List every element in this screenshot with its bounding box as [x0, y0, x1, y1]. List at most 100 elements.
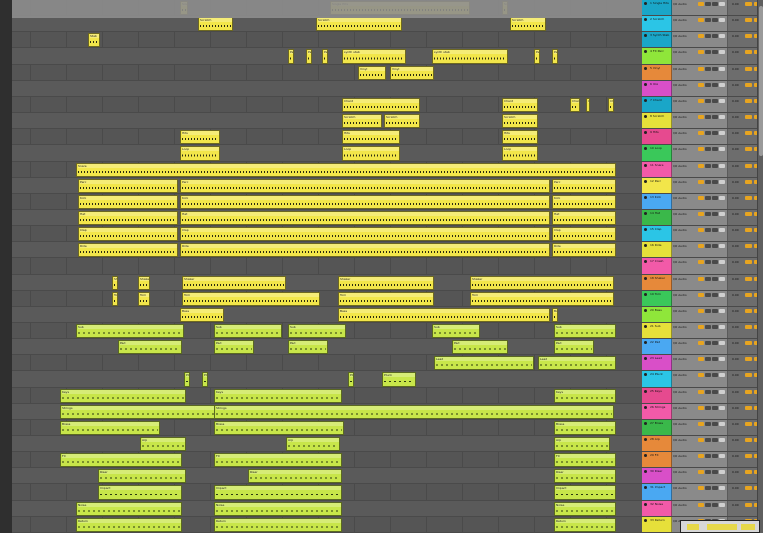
monitor-button[interactable] [719, 357, 725, 361]
track-header[interactable]: 24 Pluck I/O Audio 0.00 [642, 371, 763, 388]
arm-button[interactable] [712, 228, 718, 232]
monitor-button[interactable] [719, 438, 725, 442]
volume-value[interactable]: 0.00 [732, 2, 739, 6]
audio-clip[interactable]: Chant [586, 98, 590, 112]
volume-value[interactable]: 0.00 [732, 422, 739, 426]
audio-clip[interactable]: Loop [180, 146, 220, 161]
io-label[interactable]: I/O Audio [673, 373, 687, 377]
arrangement-overview[interactable] [680, 520, 760, 533]
fold-icon[interactable] [644, 18, 647, 21]
solo-button[interactable] [705, 373, 711, 377]
track-name[interactable]: 2 Scratch [650, 17, 664, 21]
fold-icon[interactable] [644, 147, 647, 150]
volume-value[interactable]: 0.00 [732, 373, 739, 377]
arm-button[interactable] [712, 99, 718, 103]
fold-icon[interactable] [644, 228, 647, 231]
send-a-knob[interactable] [745, 325, 752, 329]
track-lane[interactable] [12, 371, 642, 388]
track-header[interactable]: 8 Scratch I/O Audio 0.00 [642, 113, 763, 129]
track-lane[interactable] [12, 145, 642, 162]
activator-button[interactable] [698, 196, 704, 200]
track-header[interactable]: 2 Scratch I/O Audio 0.00 [642, 16, 763, 32]
arm-button[interactable] [712, 180, 718, 184]
send-a-knob[interactable] [745, 164, 752, 168]
track-lane[interactable] [12, 97, 642, 113]
activator-button[interactable] [698, 454, 704, 458]
track-lane[interactable] [12, 129, 642, 145]
track-header[interactable]: 4 FX Perc I/O Audio 0.00 [642, 48, 763, 65]
midi-clip[interactable]: Arp [554, 437, 610, 451]
midi-clip[interactable]: Brass [214, 421, 344, 435]
io-label[interactable]: I/O Audio [673, 34, 687, 38]
send-a-knob[interactable] [745, 212, 752, 216]
solo-button[interactable] [705, 503, 711, 507]
io-label[interactable]: I/O Audio [673, 99, 687, 103]
track-header[interactable]: 14 Hat I/O Audio 0.00 [642, 210, 763, 226]
audio-clip[interactable]: Scratch [384, 114, 420, 128]
arm-button[interactable] [712, 131, 718, 135]
volume-value[interactable]: 0.00 [732, 99, 739, 103]
monitor-button[interactable] [719, 470, 725, 474]
solo-button[interactable] [705, 83, 711, 87]
solo-button[interactable] [705, 486, 711, 490]
io-label[interactable]: I/O Audio [673, 83, 687, 87]
fold-icon[interactable] [644, 115, 647, 118]
midi-clip[interactable]: Arp [286, 437, 340, 451]
audio-clip[interactable]: Hat [78, 211, 178, 225]
audio-clip[interactable]: Tom [182, 292, 320, 306]
midi-clip[interactable]: Impact [98, 485, 182, 500]
track-name[interactable]: 23 Lead [650, 356, 662, 360]
track-header[interactable]: 5 Vinyl I/O Audio 0.00 [642, 65, 763, 81]
io-label[interactable]: I/O Audio [673, 196, 687, 200]
track-lane[interactable] [12, 65, 642, 81]
audio-clip[interactable]: Perc [180, 179, 550, 193]
track-lane[interactable] [12, 113, 642, 129]
solo-button[interactable] [705, 454, 711, 458]
arm-button[interactable] [712, 164, 718, 168]
monitor-button[interactable] [719, 390, 725, 394]
io-label[interactable]: I/O Audio [673, 406, 687, 410]
io-label[interactable]: I/O Audio [673, 164, 687, 168]
io-label[interactable]: I/O Audio [673, 50, 687, 54]
midi-clip[interactable]: Noise [214, 502, 342, 516]
send-a-knob[interactable] [745, 131, 752, 135]
track-name[interactable]: 3 Synth Stab [650, 33, 669, 37]
monitor-button[interactable] [719, 180, 725, 184]
solo-button[interactable] [705, 147, 711, 151]
fold-icon[interactable] [644, 341, 647, 344]
audio-clip[interactable]: Loop [342, 146, 400, 161]
monitor-button[interactable] [719, 196, 725, 200]
volume-value[interactable]: 0.00 [732, 147, 739, 151]
volume-value[interactable]: 0.00 [732, 180, 739, 184]
midi-clip[interactable]: Pluck [382, 372, 416, 387]
audio-clip[interactable]: Hat [552, 211, 616, 225]
track-name[interactable]: 16 Ride [650, 243, 661, 247]
solo-button[interactable] [705, 2, 711, 6]
audio-clip[interactable]: Snare [76, 163, 616, 177]
send-a-knob[interactable] [745, 293, 752, 297]
audio-clip[interactable]: Bass [180, 308, 224, 322]
track-name[interactable]: 18 Shaker [650, 276, 665, 280]
audio-clip[interactable]: Vinyl [358, 66, 386, 80]
midi-clip[interactable]: Return [554, 518, 616, 532]
send-a-knob[interactable] [745, 180, 752, 184]
send-a-knob[interactable] [745, 115, 752, 119]
volume-value[interactable]: 0.00 [732, 196, 739, 200]
solo-button[interactable] [705, 164, 711, 168]
volume-value[interactable]: 0.00 [732, 244, 739, 248]
midi-clip[interactable]: Sub [214, 324, 282, 338]
io-label[interactable]: I/O Audio [673, 341, 687, 345]
track-header[interactable]: 20 Bass I/O Audio 0.00 [642, 307, 763, 323]
track-name[interactable]: 19 Tom [650, 292, 661, 296]
audio-clip[interactable]: Loop [502, 146, 538, 161]
track-header[interactable]: 28 Arp I/O Audio 0.00 [642, 436, 763, 452]
midi-clip[interactable]: Riser [98, 469, 186, 483]
track-name[interactable]: 33 Return [650, 518, 665, 522]
track-header[interactable]: 30 Riser I/O Audio 0.00 [642, 468, 763, 484]
track-header[interactable]: 1 Single Hits I/O Audio 0.00 [642, 0, 763, 16]
io-label[interactable]: I/O Audio [673, 470, 687, 474]
track-lane[interactable] [12, 32, 642, 48]
fold-icon[interactable] [644, 422, 647, 425]
midi-clip[interactable]: Noise [76, 502, 182, 516]
fold-icon[interactable] [644, 309, 647, 312]
